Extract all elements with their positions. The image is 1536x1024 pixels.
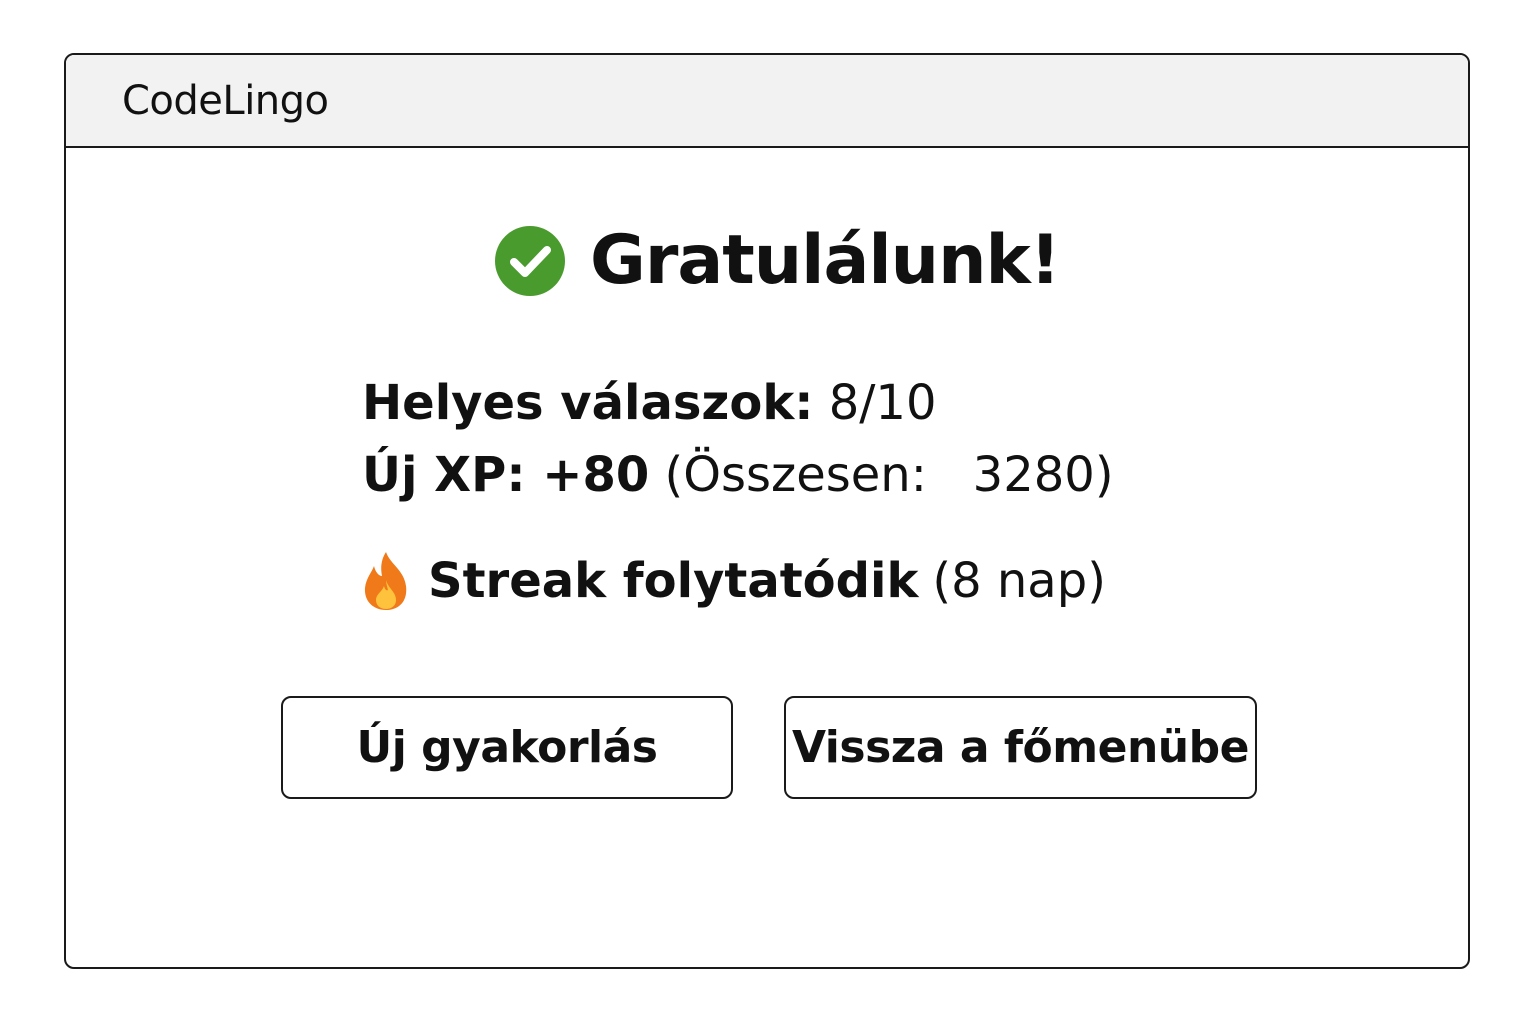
back-to-menu-button[interactable]: Vissza a főmenübe <box>784 696 1257 799</box>
correct-answers-value: 8/10 <box>828 375 937 431</box>
xp-line: Új XP: +80 (Összesen: 3280) <box>362 439 1114 511</box>
streak-days: (8 nap) <box>932 553 1106 609</box>
title-bar: CodeLingo <box>66 55 1468 148</box>
xp-gained: Új XP: +80 <box>362 447 650 503</box>
result-heading-row: Gratulálunk! <box>494 221 1061 301</box>
stats-block: Helyes válaszok: 8/10 Új XP: +80 (Összes… <box>362 367 1114 511</box>
fire-icon <box>360 550 412 612</box>
result-window: CodeLingo Gratulálunk! Helyes válaszok: … <box>64 53 1470 969</box>
correct-answers-label: Helyes válaszok: <box>362 375 814 431</box>
streak-row: Streak folytatódik (8 nap) <box>360 549 1106 613</box>
result-heading: Gratulálunk! <box>590 221 1061 300</box>
streak-label: Streak folytatódik <box>428 553 919 609</box>
new-practice-button[interactable]: Új gyakorlás <box>281 696 733 799</box>
xp-total: (Összesen: 3280) <box>664 447 1114 503</box>
correct-answers-line: Helyes válaszok: 8/10 <box>362 367 1114 439</box>
check-circle-icon <box>494 225 566 297</box>
app-title: CodeLingo <box>122 78 329 124</box>
